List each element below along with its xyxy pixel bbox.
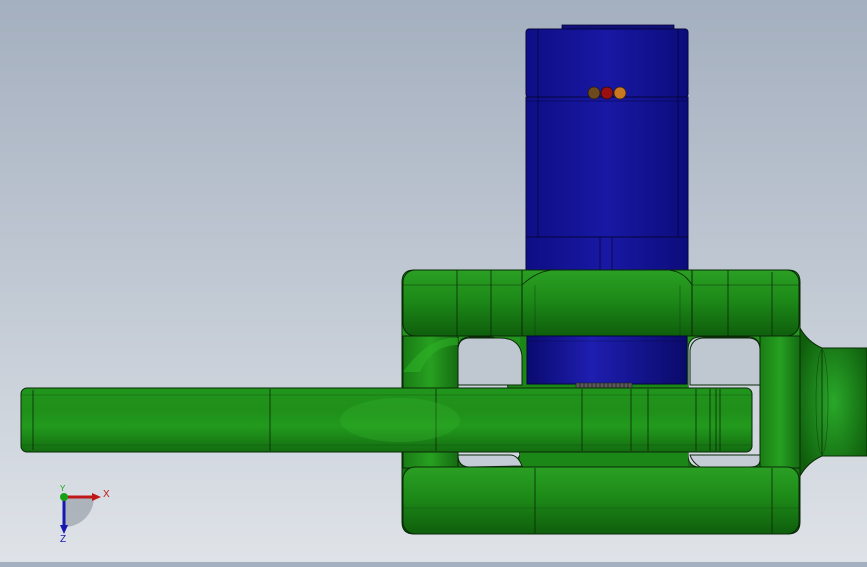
- stepper-motor[interactable]: [525, 24, 689, 271]
- y-axis-dot: [60, 493, 68, 501]
- indicator-light-3: [613, 86, 627, 100]
- bracket-bottom-bar: [402, 466, 800, 535]
- gearbox-housing[interactable]: [526, 335, 688, 390]
- bracket-window-right-lower: [689, 454, 761, 468]
- bracket-right-arm: [759, 335, 801, 469]
- x-axis-label: X: [103, 489, 110, 500]
- motor-body-lower: [525, 96, 689, 238]
- bracket-window-right: [689, 337, 761, 386]
- bracket-window-left-lower: [457, 454, 523, 468]
- cad-graphics-viewport[interactable]: X Y Z: [0, 0, 867, 562]
- coupler-ring[interactable]: [521, 269, 693, 337]
- indicator-light-2: [600, 86, 614, 100]
- motor-flange: [525, 236, 689, 271]
- y-axis-label: Y: [60, 484, 66, 493]
- bracket-window-left: [457, 337, 523, 386]
- motor-indicator-lights: [587, 86, 627, 100]
- horizontal-arm[interactable]: [20, 387, 753, 453]
- coordinate-triad[interactable]: X Y Z: [60, 484, 110, 545]
- model-canvas[interactable]: X Y Z: [0, 0, 867, 562]
- z-axis-label: Z: [60, 534, 66, 545]
- side-hub[interactable]: [799, 326, 867, 478]
- indicator-light-1: [587, 86, 601, 100]
